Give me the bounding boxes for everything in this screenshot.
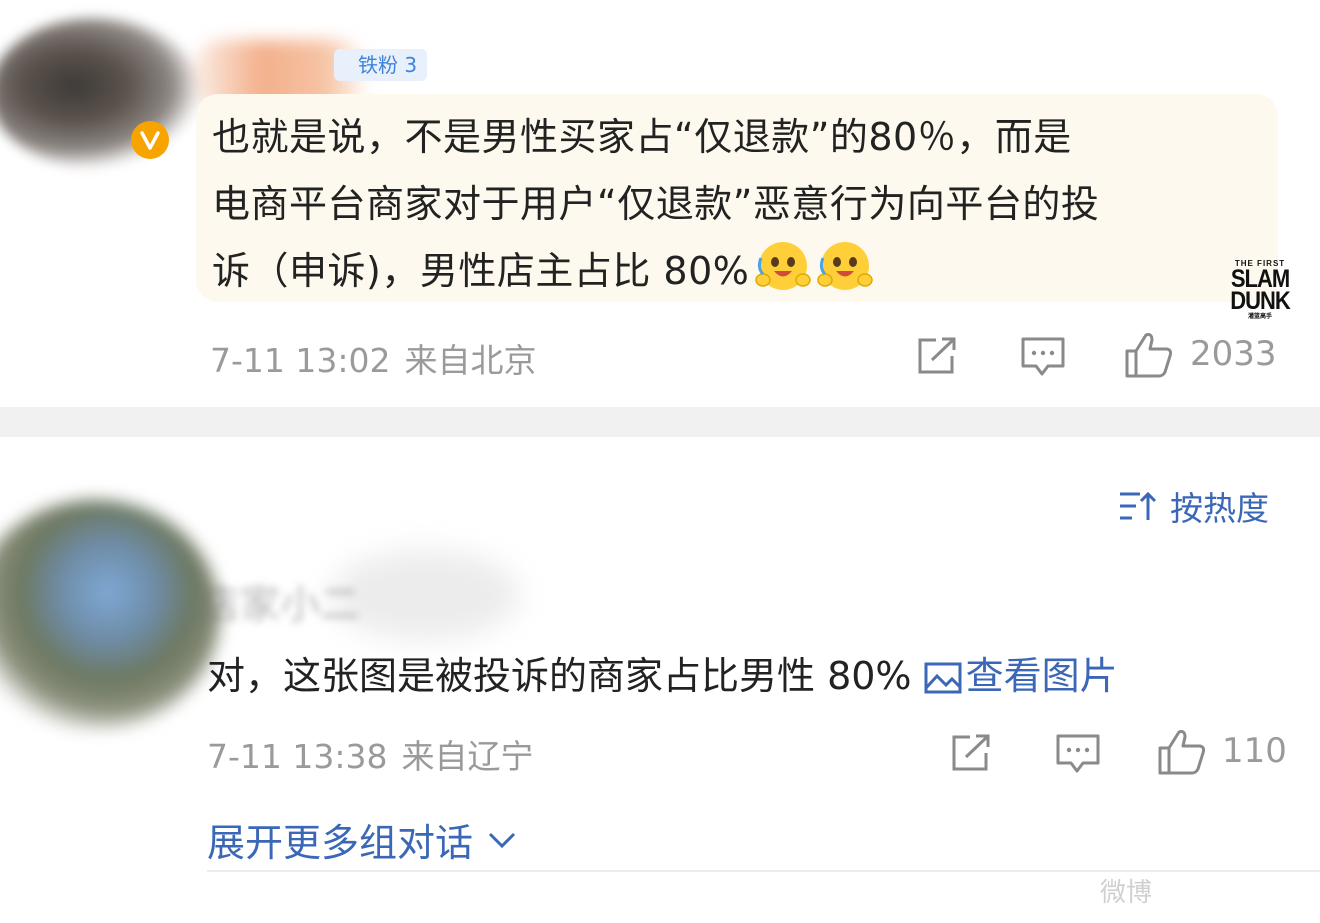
comment-icon[interactable]	[1020, 336, 1066, 378]
sort-icon	[1120, 491, 1157, 520]
comment-icon[interactable]	[1055, 733, 1101, 775]
logo-bottom-text: 灌篮高手	[1247, 314, 1272, 320]
hug-emoji-icon	[755, 242, 812, 290]
slam-dunk-logo: THE FIRST SLAM DUNK 灌篮高手	[1228, 260, 1292, 321]
user-avatar[interactable]	[0, 500, 220, 730]
share-icon[interactable]	[950, 733, 994, 773]
comment-meta: 7-11 13:02 来自北京	[210, 334, 537, 382]
hug-emoji-icon	[817, 242, 874, 290]
verified-v-icon	[131, 121, 169, 159]
expand-more-conversations-button[interactable]: 展开更多组对话	[207, 812, 517, 867]
bottom-divider	[207, 870, 1320, 872]
weibo-watermark: 微博	[1100, 878, 1153, 908]
sort-by-hotness-button[interactable]: 按热度	[1118, 482, 1269, 530]
reply-date: 7-11 13:38	[207, 737, 388, 776]
image-icon	[924, 662, 962, 694]
view-image-label: 查看图片	[965, 654, 1118, 698]
comment-date: 7-11 13:02	[210, 341, 391, 380]
chevron-down-icon	[488, 832, 516, 848]
fan-level-badge: 铁粉 3	[334, 49, 428, 81]
like-count: 2033	[1190, 334, 1277, 374]
comment-line: 诉（申诉)，男性店主占比 80%	[212, 238, 1272, 305]
sort-label: 按热度	[1170, 489, 1269, 528]
user-avatar[interactable]	[0, 18, 200, 168]
comment-line: 电商平台商家对于用户“仅退款”恶意行为向平台的投	[212, 182, 1100, 226]
share-icon[interactable]	[916, 336, 960, 376]
like-icon[interactable]	[1157, 728, 1207, 776]
reply-text: 对，这张图是被投诉的商家占比男性 80% 查看图片	[207, 644, 1118, 708]
comment-line: 也就是说，不是男性买家占“仅退款”的80％，而是	[212, 115, 1072, 159]
comment-location: 来自北京	[404, 341, 537, 380]
like-icon[interactable]	[1124, 331, 1174, 379]
like-count: 110	[1222, 731, 1287, 771]
section-divider	[0, 407, 1320, 437]
expand-label: 展开更多组对话	[207, 821, 474, 865]
comment-text: 也就是说，不是男性买家占“仅退款”的80％，而是 电商平台商家对于用户“仅退款”…	[212, 104, 1272, 305]
user-name[interactable]: 店家小二	[200, 560, 500, 650]
reply-text-body: 对，这张图是被投诉的商家占比男性 80%	[207, 654, 912, 698]
comment-line-text: 诉（申诉)，男性店主占比 80%	[212, 249, 750, 293]
logo-line2: DUNK	[1230, 286, 1291, 315]
view-image-link[interactable]: 查看图片	[924, 654, 1118, 698]
reply-meta: 7-11 13:38 来自辽宁	[207, 730, 534, 778]
reply-location: 来自辽宁	[401, 737, 534, 776]
